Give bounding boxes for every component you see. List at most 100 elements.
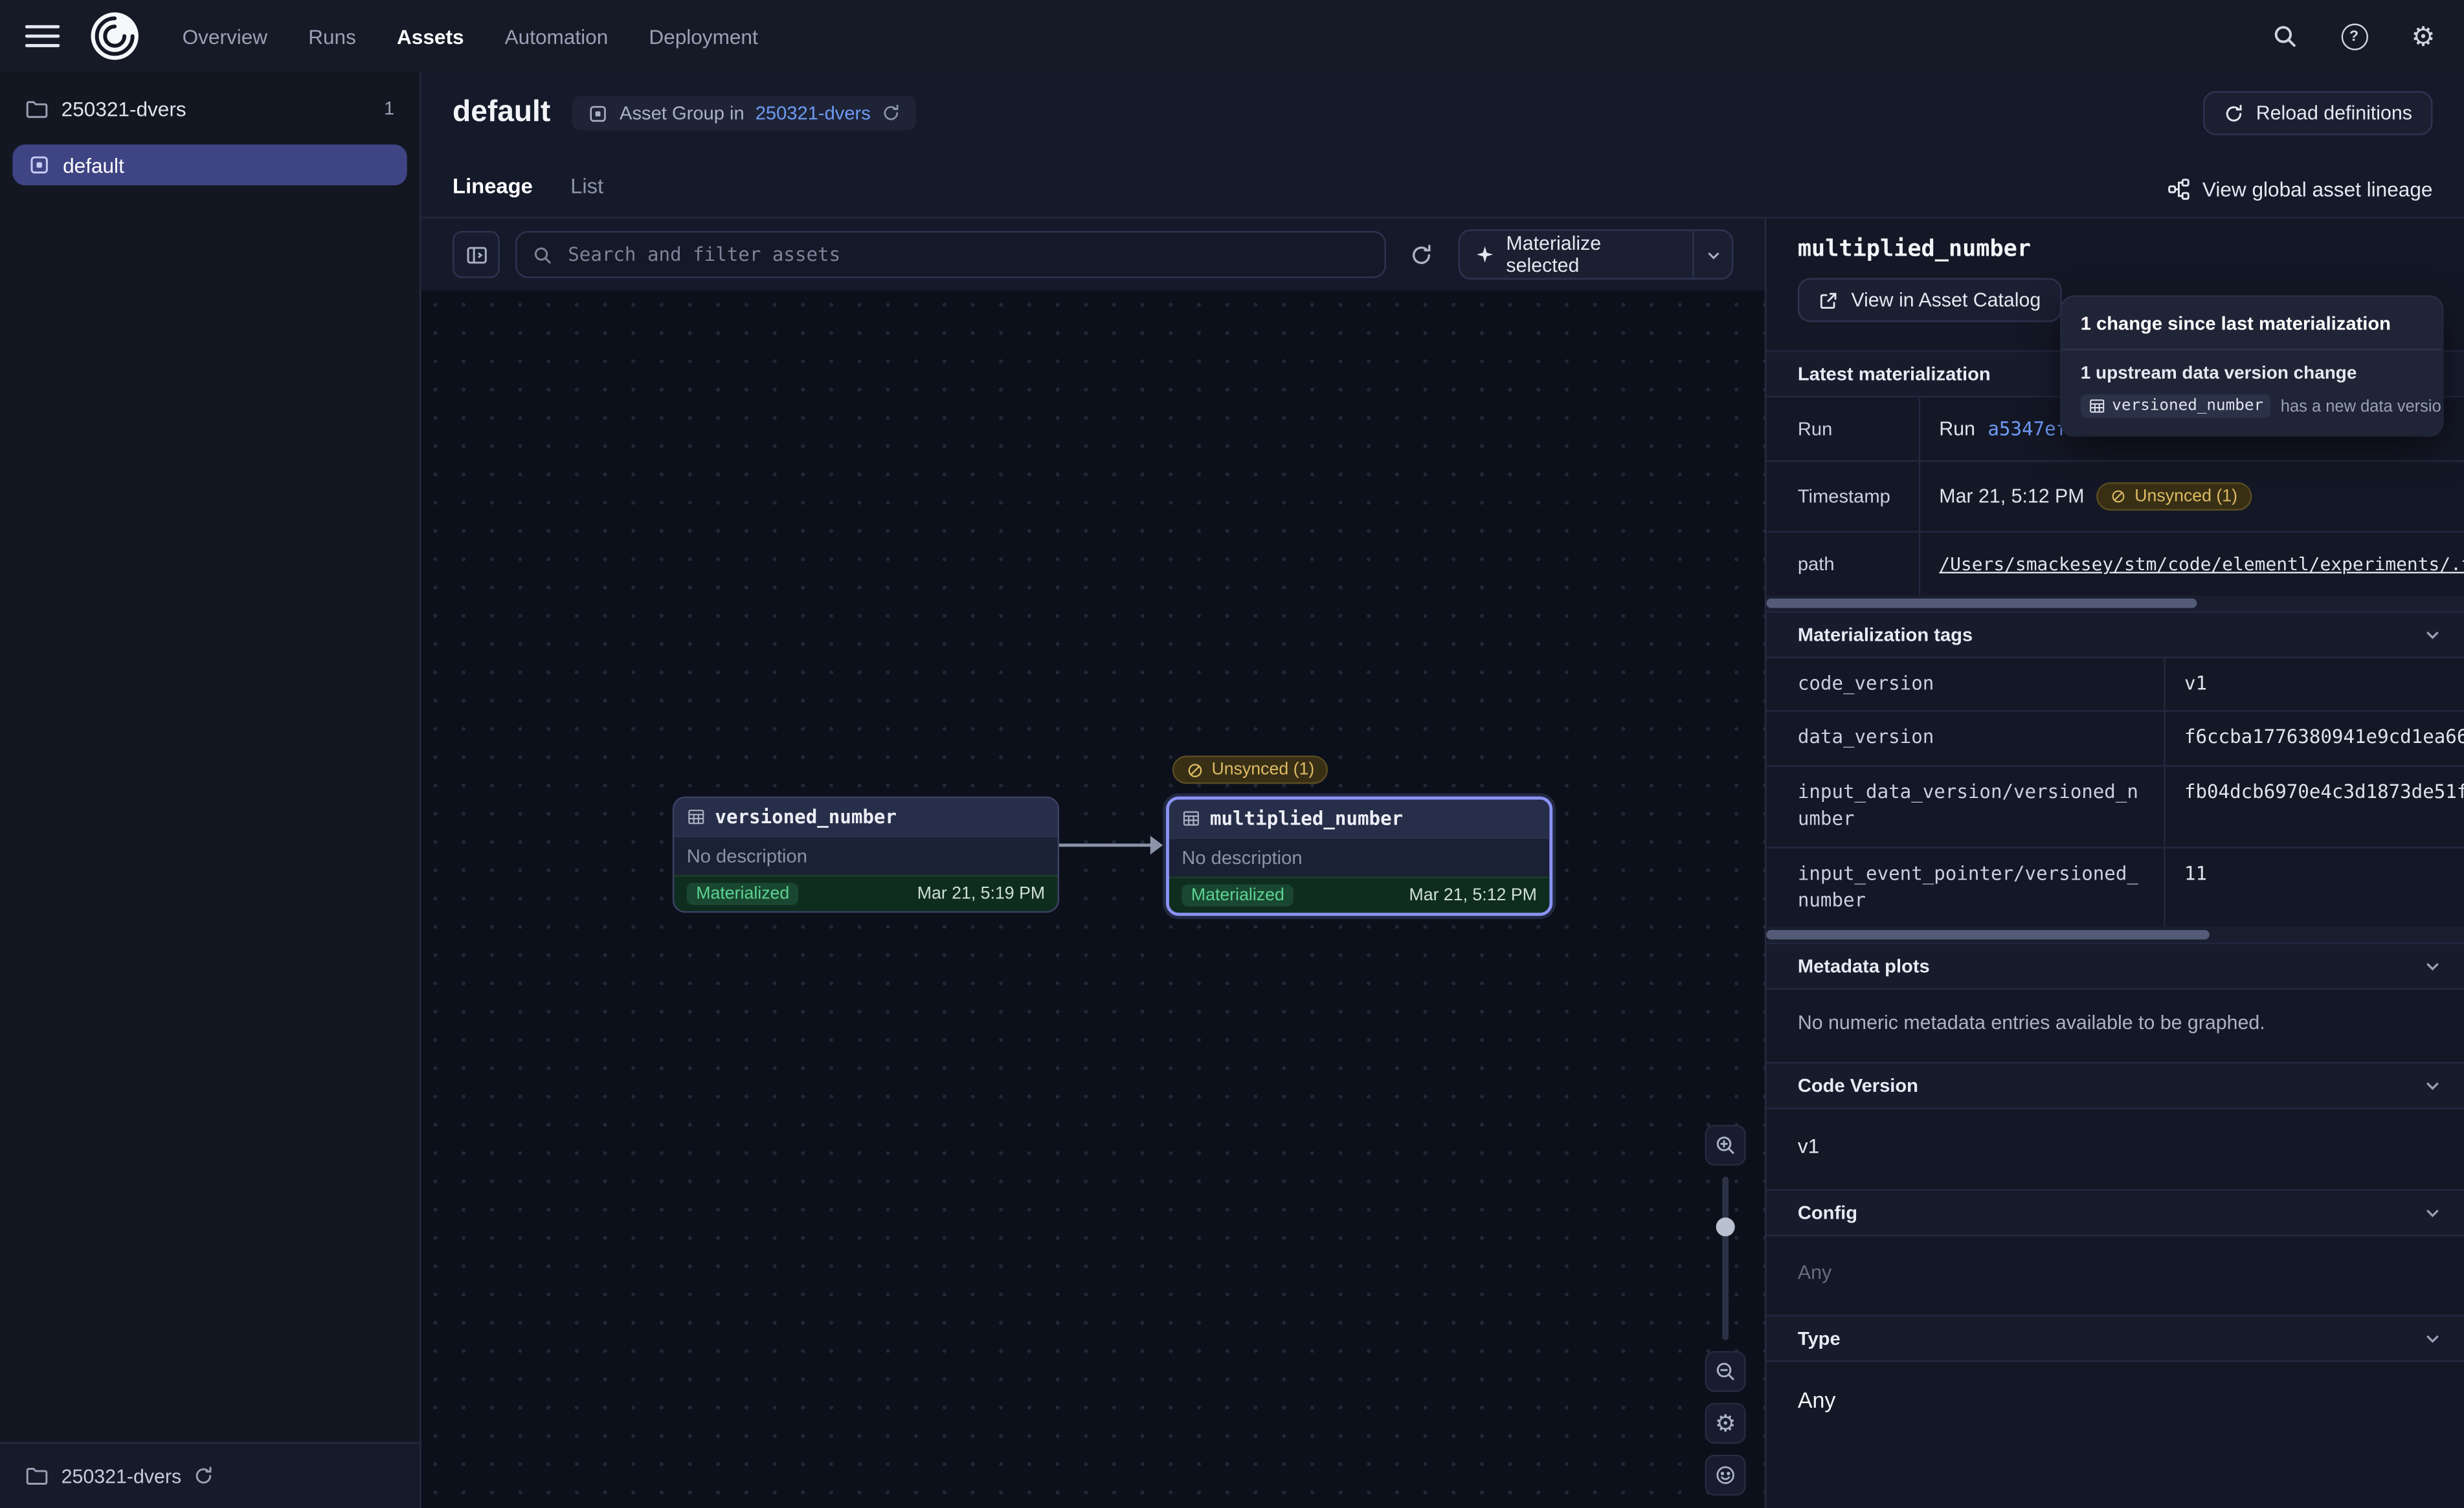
materialize-selected-button[interactable]: Materialize selected [1458,229,1734,280]
materialized-status-badge: Materialized [687,883,799,905]
main-area: default Asset Group in 250321-dvers Relo… [421,72,2464,1508]
asset-node-description: No description [1169,837,1549,878]
refresh-graph-icon[interactable] [1401,234,1442,275]
horizontal-scrollbar [1766,927,2464,943]
tag-row: input_data_version/versioned_number fb04… [1766,766,2464,848]
nav-item-assets[interactable]: Assets [397,25,464,48]
search-input[interactable] [565,242,1368,267]
materialized-status-badge: Materialized [1182,885,1294,907]
popover-subtitle: 1 upstream data version change [2062,350,2442,391]
asset-node-name: versioned_number [715,806,897,828]
view-global-asset-lineage-link[interactable]: View global asset lineage [2166,177,2432,217]
zoom-slider-handle[interactable] [1716,1217,1735,1236]
hamburger-menu-icon[interactable] [25,19,60,53]
settings-gear-icon[interactable]: ⚙ [2408,21,2439,52]
search-icon[interactable] [2269,21,2301,52]
sidebar-item-label: default [63,153,391,177]
nav-item-deployment[interactable]: Deployment [649,25,757,48]
asset-node-multiplied-number[interactable]: multiplied_number No description Materia… [1166,797,1552,916]
sidebar-group-label: 250321-dvers [62,96,372,120]
badge-group-link[interactable]: 250321-dvers [756,102,871,124]
sidebar-group-250321-dvers[interactable]: 250321-dvers 1 [10,88,410,129]
asset-search-box [515,231,1385,278]
main-nav: Overview Runs Assets Automation Deployme… [183,25,758,48]
table-icon [2089,397,2106,415]
popover-message: has a new data version [2281,397,2442,416]
reload-definitions-button[interactable]: Reload definitions [2202,91,2432,135]
section-config[interactable]: Config [1766,1190,2464,1237]
page-title: default [453,96,550,130]
materialize-dropdown-caret[interactable] [1693,231,1732,278]
materialization-path-link[interactable]: /Users/smackesey/stm/code/elementl/exper… [1939,553,2464,575]
change-popover: 1 change since last materialization 1 up… [2062,297,2442,436]
tag-row: code_version v1 [1766,658,2464,712]
help-icon[interactable]: ? [2338,21,2370,52]
graph-settings-gear-icon[interactable]: ⚙ [1705,1403,1746,1444]
sync-disabled-icon [2111,489,2127,504]
zoom-slider[interactable] [1716,1177,1735,1340]
feedback-face-icon[interactable] [1705,1455,1746,1496]
asset-detail-panel: multiplied_number View in Asset Catalog … [1765,218,2464,1508]
chevron-down-icon[interactable] [2423,1329,2442,1348]
sidebar-item-default[interactable]: default [12,144,407,185]
zoom-in-icon[interactable] [1705,1125,1746,1166]
chevron-down-icon[interactable] [2423,1204,2442,1223]
tab-lineage[interactable]: Lineage [453,174,533,217]
asset-group-icon [28,154,50,176]
chevron-down-icon[interactable] [2423,1077,2442,1096]
scrollbar-thumb[interactable] [1766,931,2209,940]
badge-prefix: Asset Group in [620,102,745,124]
config-value: Any [1766,1237,2464,1315]
chevron-down-icon[interactable] [2423,957,2442,976]
row-timestamp: Timestamp Mar 21, 5:12 PM Unsynced (1) [1766,462,2464,533]
section-materialization-tags[interactable]: Materialization tags [1766,611,2464,658]
nav-item-overview[interactable]: Overview [183,25,268,48]
unsynced-badge[interactable]: Unsynced (1) [1172,756,1328,784]
section-metadata-plots[interactable]: Metadata plots [1766,943,2464,990]
tag-row: input_event_pointer/versioned_number 11 [1766,848,2464,927]
lineage-graph-icon [2166,177,2190,201]
zoom-out-icon[interactable] [1705,1351,1746,1392]
lineage-canvas[interactable]: versioned_number No description Material… [421,291,1765,1508]
sidebar-footer-label: 250321-dvers [62,1465,182,1487]
materialization-timestamp: Mar 21, 5:19 PM [917,885,1045,904]
sync-disabled-icon [1187,761,1204,779]
page-header: default Asset Group in 250321-dvers Relo… [421,72,2464,154]
search-icon [533,244,552,265]
asset-node-name: multiplied_number [1210,808,1403,830]
chevron-down-icon[interactable] [2423,625,2442,644]
upstream-asset-chip[interactable]: versioned_number [2081,394,2271,417]
type-value: Any [1766,1362,2464,1444]
lineage-column: Materialize selected [421,218,1765,1508]
dagster-logo-icon[interactable] [88,10,142,63]
external-link-icon [1818,290,1839,311]
collapse-sidebar-panel-icon[interactable] [453,231,500,278]
row-path: path /Users/smackesey/stm/code/elementl/… [1766,533,2464,595]
unsynced-badge[interactable]: Unsynced (1) [2097,482,2252,511]
refresh-icon[interactable] [194,1466,215,1487]
folder-icon [25,96,49,120]
code-version-value: v1 [1766,1110,2464,1190]
view-in-asset-catalog-button[interactable]: View in Asset Catalog [1798,278,2061,322]
asset-group-icon [588,103,609,124]
table-icon [687,808,706,826]
refresh-icon[interactable] [882,104,901,122]
tag-row: data_version f6ccba1776380941e9cd1ea6648… [1766,713,2464,766]
top-nav: Overview Runs Assets Automation Deployme… [0,0,2464,72]
app-root: Overview Runs Assets Automation Deployme… [0,0,2464,1508]
lineage-edge [1059,843,1154,847]
panel-asset-title: multiplied_number [1798,238,2433,263]
section-type[interactable]: Type [1766,1315,2464,1362]
scrollbar-thumb[interactable] [1766,599,2197,608]
asset-node-versioned-number[interactable]: versioned_number No description Material… [673,797,1059,913]
sidebar-group-count: 1 [384,97,394,119]
nav-item-runs[interactable]: Runs [308,25,356,48]
tab-list[interactable]: List [570,174,603,217]
folder-icon [25,1464,49,1487]
materialization-timestamp: Mar 21, 5:12 PM [1409,886,1536,905]
nav-item-automation[interactable]: Automation [505,25,609,48]
refresh-icon [2223,103,2244,124]
popover-title: 1 change since last materialization [2062,297,2442,351]
section-code-version[interactable]: Code Version [1766,1063,2464,1110]
lineage-toolbar: Materialize selected [421,218,1765,291]
